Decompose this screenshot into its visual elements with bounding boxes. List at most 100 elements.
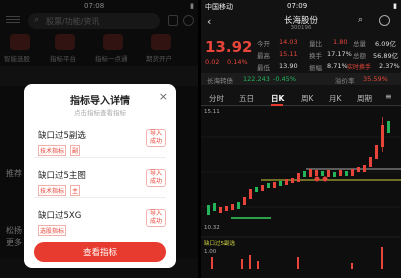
tab-five-day[interactable]: 五日 (239, 93, 254, 104)
premium-label: 溢价率 (335, 77, 355, 85)
right-phone-screen: 中国移动 07:09 ▮ ‹ 长海股份 300196 ⌕ 13.92 0.02 … (201, 0, 401, 278)
indicator-position-tag: 副 (70, 145, 81, 156)
candle (213, 203, 216, 211)
candle (255, 187, 258, 192)
stat-value: 2.37% (379, 62, 400, 70)
kline-chart-svg (201, 117, 401, 269)
volume-bar (381, 247, 383, 269)
sub-indicator-value: 1.00 (204, 249, 217, 255)
stat-value: 13.90 (279, 62, 298, 70)
price-change-pct: 0.14% (227, 58, 248, 66)
list-item[interactable]: 缺口过5主图 技术指标 主 导入 成功 (34, 164, 166, 198)
status-time: 07:09 (287, 2, 308, 10)
left-phone-screen: 07:08 ▮ ⌕ 股票/功能/资讯 智能选股 指标平台 指标一点通 期货开户 … (0, 0, 198, 278)
sub-indicator-name[interactable]: 缺口过5副选 (204, 239, 235, 247)
bond-value: 122.243 (243, 75, 270, 83)
candle (309, 169, 312, 177)
axis-top-label: 15.11 (204, 109, 220, 115)
profile-icon[interactable] (379, 15, 390, 26)
stat-label: 今开 (257, 40, 270, 48)
volume-bar (297, 257, 299, 269)
candle (249, 189, 252, 199)
indicator-name: 缺口过5主图 (38, 171, 86, 181)
status-carrier: 中国移动 (205, 3, 233, 11)
battery-icon: ▮ (393, 2, 397, 10)
stat-value: 56.89亿 (373, 52, 399, 60)
candle (375, 145, 378, 159)
active-tab-indicator (271, 104, 283, 106)
stat-label: 最低 (257, 64, 270, 72)
import-success-badge: 导入 成功 (146, 169, 166, 187)
kline-chart-area[interactable]: 15.11 10.32 缺口过5副选 1.00 (201, 107, 401, 278)
indicator-type-tag: 技术指标 (38, 145, 67, 156)
stat-label: 振幅 (309, 64, 322, 72)
tab-weekly-k[interactable]: 周K (301, 93, 313, 104)
candle (303, 171, 306, 177)
volume-bar (257, 261, 259, 269)
bond-pct: -0.45% (273, 75, 296, 83)
candle (327, 170, 330, 177)
volume-bar (351, 263, 353, 269)
chart-settings-icon[interactable]: ≡ (385, 92, 392, 101)
stock-code: 300196 (290, 25, 312, 31)
view-indicator-button[interactable]: 查看指标 (34, 242, 166, 262)
chart-period-tabs: 分时 五日 日K 周K 月K 周期 ≡ (201, 90, 401, 106)
tab-monthly-k[interactable]: 月K (329, 93, 341, 104)
candle (291, 178, 294, 183)
candle (285, 179, 288, 185)
premium-value: 35.59% (363, 75, 388, 83)
candle (207, 205, 210, 215)
volume-bar (249, 255, 251, 269)
tab-period[interactable]: 周期 (357, 93, 372, 104)
convertible-bond-row[interactable]: 长海转债 122.243 -0.45% 溢价率 35.59% (201, 73, 401, 85)
candle (243, 197, 246, 205)
candle (321, 171, 324, 176)
candle (315, 170, 318, 176)
stat-value: 17.17% (327, 50, 352, 58)
signal-marker (322, 176, 328, 182)
close-icon[interactable]: × (159, 90, 168, 103)
indicator-name: 缺口过5副选 (38, 131, 86, 141)
import-success-badge: 导入 成功 (146, 209, 166, 227)
signal-marker (314, 176, 320, 182)
candle (225, 206, 228, 211)
candle (339, 170, 342, 176)
modal-subtitle: 点击指标查看指标 (74, 109, 126, 117)
candle (297, 173, 300, 182)
candle (267, 183, 270, 188)
tab-daily-k[interactable]: 日K (271, 93, 284, 104)
stat-value: 14.03 (279, 38, 298, 46)
stat-label: 总量 (353, 40, 366, 48)
stat-label: 总额 (353, 52, 366, 60)
stat-value: 6.09亿 (375, 40, 396, 48)
candle (273, 182, 276, 188)
indicator-name: 缺口过5XG (38, 211, 82, 221)
list-item[interactable]: 缺口过5副选 技术指标 副 导入 成功 (34, 124, 166, 158)
import-success-badge: 导入 成功 (146, 129, 166, 147)
candle (237, 202, 240, 209)
list-item[interactable]: 缺口过5XG 选股指标 导入 成功 (34, 204, 166, 238)
search-icon[interactable]: ⌕ (358, 15, 363, 25)
view-indicator-label: 查看指标 (82, 248, 117, 258)
volume-bar (241, 259, 243, 269)
stat-label: 实时换手 (347, 64, 372, 71)
axis-bottom-label: 10.32 (204, 225, 220, 231)
stat-value: 8.71% (327, 62, 348, 70)
candle (279, 181, 282, 186)
candle (345, 171, 348, 176)
indicator-position-tag: 主 (70, 185, 81, 196)
modal-title: 指标导入详情 (70, 96, 130, 107)
status-bar: 中国移动 07:09 ▮ (201, 0, 401, 13)
candle (333, 172, 336, 177)
candle (387, 121, 390, 133)
price-change: 0.02 (205, 58, 220, 66)
indicator-import-modal: 指标导入详情 × 点击指标查看指标 缺口过5副选 技术指标 副 导入 成功 缺口… (24, 84, 176, 268)
stat-value: 15.11 (279, 50, 298, 58)
stat-value: 1.80 (333, 38, 348, 46)
tab-intraday[interactable]: 分时 (209, 93, 224, 104)
current-price: 13.92 (205, 38, 253, 56)
candle (261, 185, 264, 191)
candle (351, 169, 354, 176)
candle (219, 207, 222, 213)
candle (363, 165, 366, 172)
